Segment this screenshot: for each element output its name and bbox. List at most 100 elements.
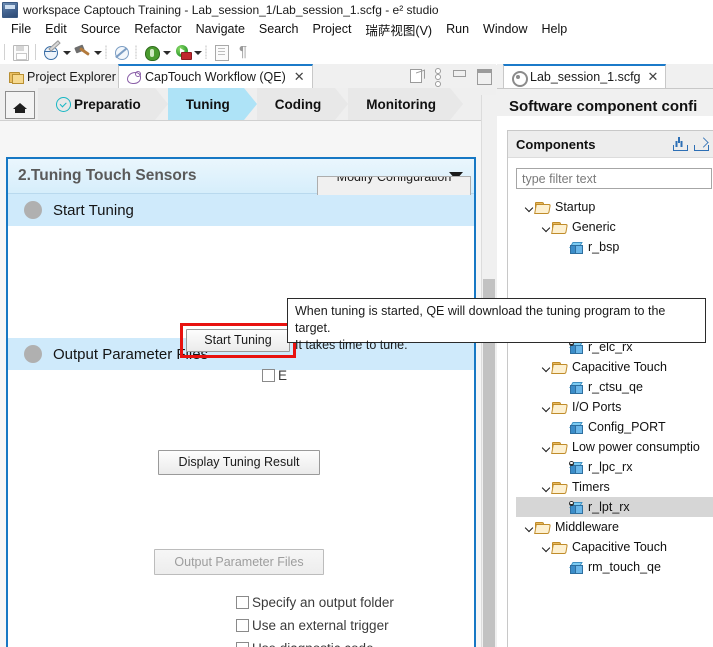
filter-row [508, 158, 713, 195]
chevron-down-icon[interactable] [541, 437, 552, 457]
new-wizard-icon[interactable] [41, 39, 61, 62]
group-label: Start Tuning [53, 201, 134, 219]
specify-output-folder-row[interactable]: Specify an output folder [236, 595, 394, 610]
tree-row-middleware[interactable]: Middleware [516, 517, 713, 537]
menu-window[interactable]: Window [476, 21, 534, 37]
enable-checkbox-row[interactable]: E [262, 368, 287, 383]
step-label: Preparatio [74, 96, 141, 112]
view-menu-icon[interactable] [434, 67, 442, 87]
tree-label: Capacitive Touch [572, 360, 667, 374]
folder-icon [552, 541, 567, 554]
start-tuning-button[interactable]: Start Tuning [186, 329, 290, 352]
use-external-trigger-row[interactable]: Use an external trigger [236, 618, 389, 633]
chevron-down-icon[interactable] [541, 357, 552, 377]
step-coding[interactable]: Coding [256, 88, 348, 120]
tree-row-capacitive-touch-driver[interactable]: Capacitive Touch [516, 357, 713, 377]
step-preparation[interactable]: Preparatio [38, 88, 168, 120]
toolbar-dot-divider [205, 44, 207, 59]
component-cube-locked-icon [569, 460, 583, 474]
chevron-down-icon[interactable] [524, 197, 535, 217]
output-parameter-files-button: Output Parameter Files [154, 549, 324, 575]
build-hammer-icon[interactable] [72, 42, 92, 62]
chevron-down-icon[interactable] [541, 217, 552, 237]
checkbox-label: Use an external trigger [252, 618, 389, 633]
minimize-icon[interactable] [451, 67, 467, 83]
menu-file[interactable]: File [4, 21, 38, 37]
new-wizard-dropdown-arrow[interactable] [62, 42, 71, 62]
menu-help[interactable]: Help [535, 21, 575, 37]
tab-lab-session-scfg[interactable]: Lab_session_1.scfg ✕ [503, 64, 667, 88]
toolbar-dot-divider [105, 44, 107, 59]
menu-refactor[interactable]: Refactor [127, 21, 188, 37]
tree-row-r-bsp[interactable]: r_bsp [516, 237, 713, 257]
debug-icon[interactable] [141, 42, 161, 62]
close-icon[interactable]: ✕ [648, 69, 659, 85]
editor-tab-row: Project Explorer CapTouch Workflow (QE) … [0, 64, 496, 89]
menu-edit[interactable]: Edit [38, 21, 74, 37]
menu-source[interactable]: Source [74, 21, 128, 37]
tree-label: r_ctsu_qe [588, 380, 643, 394]
step-monitoring[interactable]: Monitoring [348, 88, 463, 120]
tree-row-config-port[interactable]: Config_PORT [516, 417, 713, 437]
checkbox-icon[interactable] [236, 642, 249, 647]
checkbox-icon[interactable] [236, 619, 249, 632]
tree-row-timers[interactable]: Timers [516, 477, 713, 497]
modify-configuration-button[interactable]: Modify Configuration [317, 176, 471, 195]
tab-project-explorer[interactable]: Project Explorer [2, 65, 123, 88]
run-dropdown-arrow[interactable] [193, 42, 202, 62]
tree-row-r-lpt-rx[interactable]: r_lpt_rx [516, 497, 713, 517]
folder-icon [552, 481, 567, 494]
menu-navigate[interactable]: Navigate [189, 21, 252, 37]
maximize-doc-icon[interactable] [409, 67, 425, 83]
build-dropdown-arrow[interactable] [93, 42, 102, 62]
tree-row-rm-touch-qe[interactable]: rm_touch_qe [516, 557, 713, 577]
run-icon[interactable] [172, 42, 192, 62]
tree-row-io-ports[interactable]: I/O Ports [516, 397, 713, 417]
restore-icon[interactable] [476, 67, 492, 85]
workflow-step-bar: Preparatio Tuning Coding Monitoring [0, 88, 496, 121]
tab-label: Project Explorer [27, 69, 116, 84]
tab-captouch-workflow[interactable]: CapTouch Workflow (QE) ✕ [118, 64, 313, 88]
home-button[interactable] [5, 91, 35, 119]
tree-row-low-power-consumption[interactable]: Low power consumptio [516, 437, 713, 457]
checkbox-icon[interactable] [236, 596, 249, 609]
tree-row-generic[interactable]: Generic [516, 217, 713, 237]
editor-vertical-scrollbar[interactable] [481, 95, 496, 647]
scfg-editor-content: Software component confi Components type… [497, 88, 713, 647]
group-header-start-tuning[interactable]: Start Tuning [8, 194, 474, 227]
menu-run[interactable]: Run [439, 21, 476, 37]
chevron-down-icon[interactable] [524, 517, 535, 537]
checkbox-label: Use diagnostic code [252, 641, 374, 647]
component-cube-icon [569, 421, 583, 434]
debug-dropdown-arrow[interactable] [162, 42, 171, 62]
menu-project[interactable]: Project [306, 21, 359, 37]
display-tuning-result-button[interactable]: Display Tuning Result [158, 450, 320, 475]
chevron-down-icon[interactable] [541, 537, 552, 557]
components-title: Components [516, 136, 596, 152]
workflow-steps: Preparatio Tuning Coding Monitoring [38, 88, 463, 120]
step-tuning[interactable]: Tuning [167, 88, 257, 120]
tree-label: Generic [572, 220, 616, 234]
menu-renesas-views[interactable]: 瑞萨视图(V) [358, 19, 439, 40]
component-cube-icon [569, 241, 583, 254]
close-icon[interactable]: ✕ [294, 69, 305, 85]
menu-search[interactable]: Search [252, 21, 306, 37]
toolbar-divider [4, 43, 5, 60]
folder-icon [535, 521, 550, 534]
chevron-down-icon[interactable] [541, 397, 552, 417]
folder-icon [552, 361, 567, 374]
import-icon[interactable] [673, 137, 688, 151]
checkbox-icon[interactable] [262, 369, 275, 382]
tree-row-startup[interactable]: Startup [516, 197, 713, 217]
tree-row-r-ctsu-qe[interactable]: r_ctsu_qe [516, 377, 713, 397]
tree-row-capacitive-touch-middleware[interactable]: Capacitive Touch [516, 537, 713, 557]
tree-row-r-lpc-rx[interactable]: r_lpc_rx [516, 457, 713, 477]
chevron-down-icon[interactable] [541, 477, 552, 497]
export-icon[interactable] [694, 137, 709, 151]
use-diagnostic-code-row[interactable]: Use diagnostic code [236, 641, 374, 647]
output-parameter-files-button-wrap: Output Parameter Files [154, 549, 324, 575]
tree-label: r_bsp [588, 240, 620, 254]
save-icon[interactable] [10, 42, 30, 62]
tab-label: Lab_session_1.scfg [530, 70, 641, 84]
filter-input[interactable] [516, 168, 712, 189]
